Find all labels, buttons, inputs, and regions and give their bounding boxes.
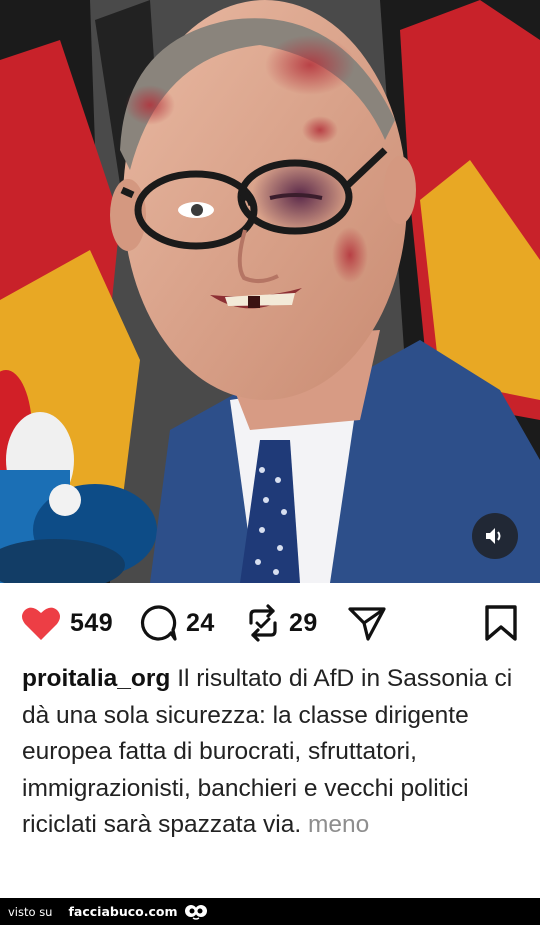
watermark-footer: visto su facciabuco.com — [0, 898, 540, 925]
speech-bubble-icon — [140, 605, 177, 641]
heart-filled-icon — [22, 607, 60, 640]
bookmark-icon — [485, 605, 517, 641]
footer-visto-label: visto su — [8, 904, 53, 919]
post-actions: 549 24 29 — [0, 600, 540, 646]
post-caption: proitalia_org Il risultato di AfD in Sas… — [22, 661, 522, 844]
like-count: 549 — [70, 608, 114, 637]
facciabuco-logo-icon — [184, 904, 208, 920]
like-button[interactable]: 549 — [20, 600, 113, 646]
speaker-icon — [486, 528, 501, 544]
post-photo[interactable] — [0, 0, 540, 583]
comment-button[interactable]: 24 — [140, 600, 215, 646]
repost-arrows-icon — [249, 604, 277, 642]
comment-count: 24 — [186, 608, 215, 637]
sound-toggle-button[interactable] — [472, 513, 518, 559]
repost-button[interactable]: 29 — [245, 600, 318, 646]
save-button[interactable] — [484, 600, 518, 646]
share-button[interactable] — [347, 600, 387, 646]
paper-plane-icon — [348, 607, 386, 641]
less-toggle-link[interactable]: meno — [308, 811, 369, 838]
footer-site-label[interactable]: facciabuco.com — [68, 904, 177, 919]
username-link[interactable]: proitalia_org — [22, 665, 170, 692]
post-image — [0, 0, 540, 583]
repost-count: 29 — [289, 608, 318, 637]
